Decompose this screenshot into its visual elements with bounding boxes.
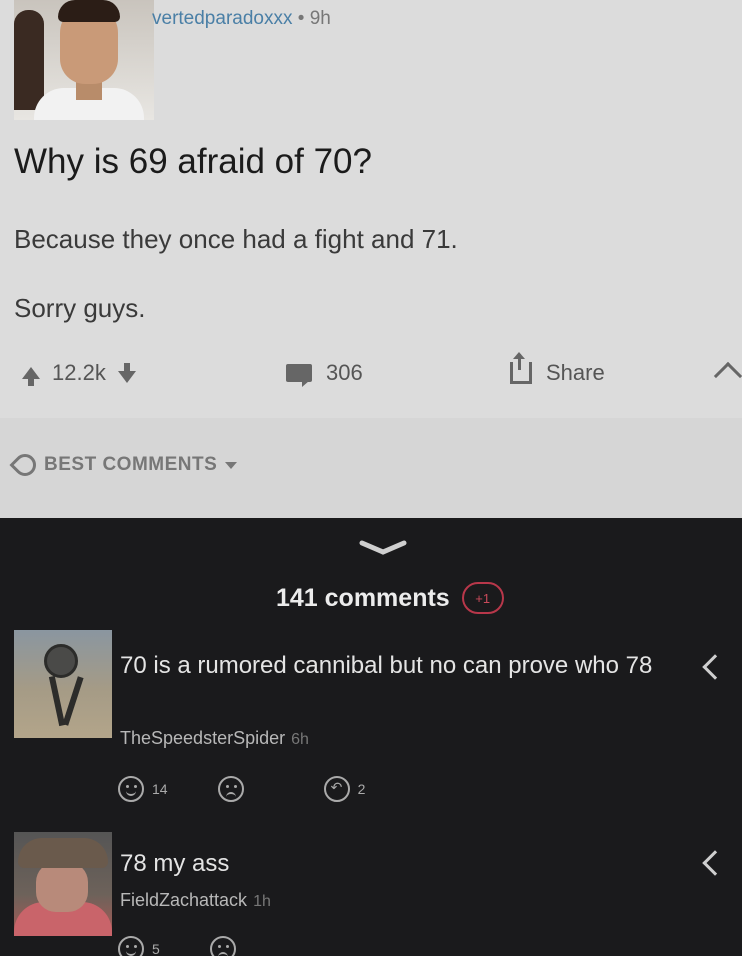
comment-icon — [286, 364, 312, 387]
post-card: vertedparadoxxx • 9h Why is 69 afraid of… — [0, 0, 742, 418]
comment-count: 306 — [326, 360, 363, 385]
post-body-line: Sorry guys. — [14, 293, 146, 323]
sort-dropdown[interactable]: BEST COMMENTS — [9, 449, 238, 481]
post-header: vertedparadoxxx • 9h — [0, 0, 742, 120]
like-icon[interactable] — [118, 776, 144, 802]
comments-count-row: 141 comments +1 — [276, 582, 504, 614]
post-username[interactable]: vertedparadoxxx — [152, 8, 292, 29]
comment-author[interactable]: FieldZachattack — [120, 890, 247, 910]
collapse-chevron-icon[interactable] — [358, 540, 408, 556]
post-meta: vertedparadoxxx • 9h — [152, 8, 331, 30]
comment-actions: 14 2 — [118, 776, 365, 802]
comments-count: 141 comments — [276, 583, 450, 612]
dislike-icon[interactable] — [217, 776, 244, 802]
like-count: 5 — [152, 941, 160, 956]
avatar[interactable] — [14, 0, 154, 120]
reply-icon[interactable] — [702, 654, 728, 680]
like-icon[interactable] — [118, 936, 144, 956]
post-actions: 12.2k 306 Share — [0, 350, 742, 400]
comments-button[interactable]: 306 — [286, 360, 363, 387]
avatar[interactable] — [14, 832, 112, 936]
comments-section: 141 comments +1 70 is a rumored cannibal… — [0, 522, 742, 956]
comment-author-line: TheSpeedsterSpider 6h — [120, 728, 309, 749]
avatar[interactable] — [14, 630, 112, 738]
comment-text: 70 is a rumored cannibal but no can prov… — [120, 652, 653, 679]
share-label: Share — [546, 360, 605, 385]
downvote-icon[interactable] — [117, 363, 136, 383]
replies-icon[interactable] — [323, 776, 350, 802]
like-count: 14 — [152, 781, 168, 797]
replies-count: 2 — [357, 781, 366, 797]
rocket-icon — [9, 449, 41, 481]
comment-actions: 5 — [118, 936, 236, 956]
vote-group: 12.2k — [22, 360, 136, 386]
sort-label: BEST COMMENTS — [44, 454, 218, 475]
comment-age: 1h — [253, 893, 271, 910]
more-icon — [713, 361, 742, 391]
comment-author-line: FieldZachattack 1h — [120, 890, 271, 911]
more-button[interactable] — [713, 361, 742, 391]
reply-icon[interactable] — [702, 850, 728, 876]
upvote-icon[interactable] — [22, 367, 40, 386]
share-button[interactable]: Share — [510, 352, 605, 386]
comment-age: 6h — [291, 731, 309, 748]
post-title: Why is 69 afraid of 70? — [14, 142, 372, 181]
post-body-line: Because they once had a fight and 71. — [14, 224, 458, 254]
chevron-down-icon — [225, 461, 238, 469]
vote-count: 12.2k — [52, 360, 106, 385]
sort-bar: BEST COMMENTS — [0, 418, 742, 518]
meta-separator: • — [297, 8, 305, 29]
post-time: 9h — [309, 8, 331, 29]
comment-text: 78 my ass — [120, 850, 230, 877]
new-comments-badge[interactable]: +1 — [461, 582, 504, 614]
comment-author[interactable]: TheSpeedsterSpider — [120, 728, 285, 748]
dislike-icon[interactable] — [209, 936, 236, 956]
share-icon — [510, 352, 532, 384]
